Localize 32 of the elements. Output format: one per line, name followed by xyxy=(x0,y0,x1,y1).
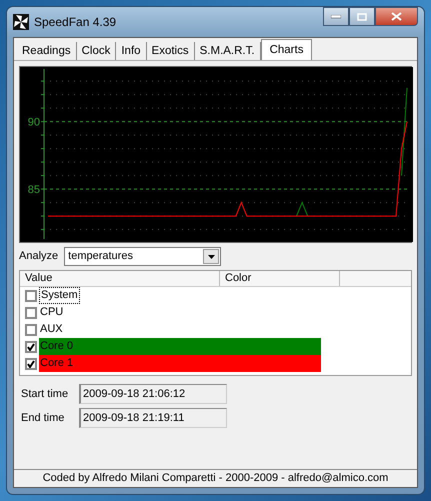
checkbox[interactable] xyxy=(25,358,37,370)
axis-label: 90 xyxy=(28,116,40,129)
minimize-icon xyxy=(331,14,341,18)
list-item[interactable]: Core 0 xyxy=(39,338,321,355)
checkbox[interactable] xyxy=(25,340,37,352)
maximize-icon xyxy=(357,12,367,20)
maximize-button[interactable] xyxy=(349,7,375,26)
field-label: End time xyxy=(20,410,66,426)
window-title: SpeedFan 4.39 xyxy=(34,14,116,31)
axis-label: 85 xyxy=(28,184,40,196)
list-item[interactable]: AUX xyxy=(39,321,63,338)
analyze-label: Analyze xyxy=(19,249,58,264)
status-bar: Coded by Alfredo Milani Comparetti - 2000-2009 - alfredo@almico.com xyxy=(14,469,417,487)
dropdown-value: temperatures xyxy=(68,249,133,264)
tab[interactable]: Charts xyxy=(260,39,312,60)
time-field[interactable]: 2009-09-18 21:19:11 xyxy=(79,408,227,428)
time-field[interactable]: 2009-09-18 21:06:12 xyxy=(79,384,227,404)
list-item[interactable]: Core 1 xyxy=(39,355,321,372)
checkbox[interactable] xyxy=(25,324,37,336)
checkbox[interactable] xyxy=(25,290,37,302)
checkbox[interactable] xyxy=(25,306,37,318)
close-icon xyxy=(391,12,402,21)
analyze-dropdown[interactable]: temperatures xyxy=(64,247,222,266)
column-header[interactable]: Color xyxy=(220,271,340,286)
caret-icon xyxy=(208,254,215,258)
fan-icon xyxy=(13,14,29,30)
list-item[interactable]: CPU xyxy=(39,304,64,321)
column-header[interactable]: Value xyxy=(20,271,220,286)
field-label: Start time xyxy=(20,386,70,402)
minimize-button[interactable] xyxy=(323,7,349,26)
list-item[interactable]: System xyxy=(39,287,80,304)
close-button[interactable] xyxy=(375,7,418,26)
